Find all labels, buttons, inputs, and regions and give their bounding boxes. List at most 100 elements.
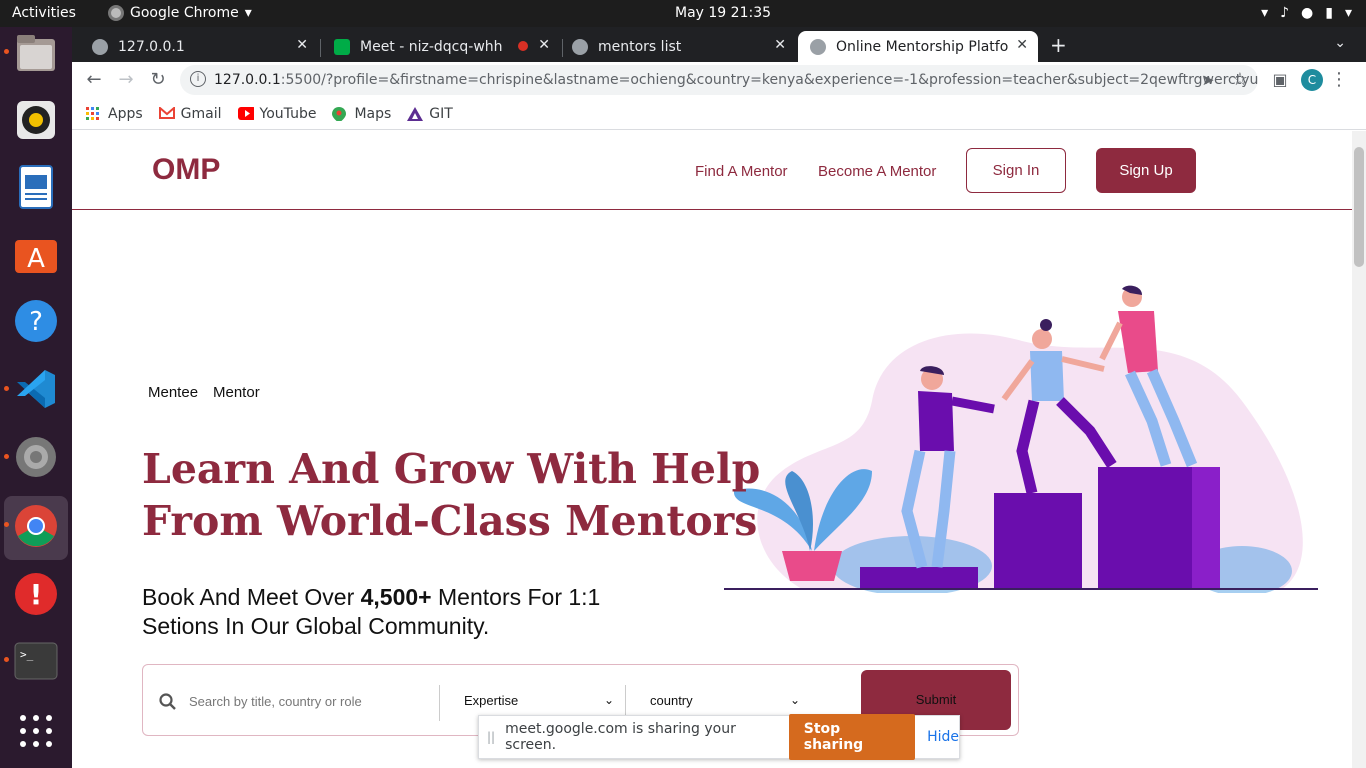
drag-handle-icon[interactable]: || [487,730,495,744]
site-info-icon[interactable]: i [190,71,206,87]
chevron-down-icon: ⌄ [789,693,800,707]
subline-text: Book And Meet Over [142,584,361,610]
chrome-icon [108,5,124,21]
forward-icon[interactable]: → [114,68,138,92]
tab-title: 127.0.0.1 [118,38,185,55]
tab-search-icon[interactable]: ⌄ [1334,35,1346,51]
battery-icon: ▮ [1325,5,1333,21]
close-icon[interactable]: ✕ [1016,37,1028,53]
system-top-bar: Activities Google Chrome ▾ May 19 21:35 … [0,0,1366,27]
site-logo[interactable]: OMP [152,153,220,187]
tab-online-mentorship[interactable]: Online Mentorship Platfo ✕ [798,31,1038,62]
globe-icon [92,38,108,55]
share-message: meet.google.com is sharing your screen. [505,721,736,753]
chevron-down-icon: ▾ [244,5,252,21]
search-input[interactable] [189,687,429,715]
running-indicator [4,522,9,527]
send-icon[interactable]: ➤ [1196,68,1220,92]
hero-subline: Book And Meet Over 4,500+ Mentors For 1:… [142,583,662,641]
bookmark-star-icon[interactable]: ☆ [1228,68,1252,92]
tab-localhost[interactable]: 127.0.0.1 ✕ [80,31,318,62]
activities-button[interactable]: Activities [12,5,76,21]
gmail-icon [158,106,175,119]
new-tab-button[interactable]: + [1050,33,1067,57]
running-indicator [4,386,9,391]
bookmark-youtube[interactable]: YouTube [237,105,317,122]
terminal-icon[interactable]: >_ [12,637,60,685]
hide-button[interactable]: Hide [927,729,959,745]
stop-sharing-button[interactable]: Stop sharing [788,714,916,760]
bookmark-apps[interactable]: Apps [86,106,143,122]
profile-avatar[interactable]: C [1301,69,1323,91]
url-path: :5500/?profile=&firstname=chrispine&last… [280,72,1258,88]
globe-icon [810,38,826,55]
meet-icon [334,38,350,55]
clock[interactable]: May 19 21:35 [675,5,771,21]
tab-title: Online Mentorship Platfo [836,38,1009,55]
mentee-tab[interactable]: Mentee [148,384,198,401]
country-select[interactable]: country ⌄ [650,693,800,715]
back-icon[interactable]: ← [82,68,106,92]
page-scrollbar[interactable] [1352,131,1366,768]
rhythmbox-icon[interactable] [12,96,60,144]
mentor-tab[interactable]: Mentor [213,384,260,401]
find-mentor-link[interactable]: Find A Mentor [695,163,788,180]
bookmark-git[interactable]: GIT [407,106,453,122]
app-menu[interactable]: Google Chrome ▾ [108,5,252,21]
youtube-icon [237,106,254,120]
svg-text:?: ? [29,307,43,337]
tab-title: Meet - niz-dqcq-whh [360,38,503,55]
bookmark-label: YouTube [259,105,317,122]
scrollbar-thumb[interactable] [1354,147,1364,267]
svg-text:!: ! [30,578,43,611]
expertise-value: Expertise [464,693,519,708]
recording-icon [518,41,528,51]
chevron-down-icon: ⌄ [603,693,614,707]
browser-toolbar: ← → ↻ i 127.0.0.1:5500/?profile=&firstna… [72,62,1366,98]
become-mentor-link[interactable]: Become A Mentor [818,163,936,180]
tab-meet[interactable]: Meet - niz-dqcq-whh ✕ [322,31,560,62]
search-icon [159,693,176,710]
system-tray[interactable]: ▾ ♪ ● ▮ ▾ [1261,5,1352,21]
power-menu-icon: ▾ [1344,5,1352,21]
chrome-icon[interactable] [12,502,60,550]
vscode-icon[interactable] [12,365,60,413]
close-icon[interactable]: ✕ [774,37,786,53]
maps-icon [332,106,347,121]
app-grid-icon[interactable] [12,707,60,755]
side-panel-icon[interactable]: ▣ [1268,68,1292,92]
files-icon[interactable] [12,29,60,77]
settings-icon[interactable] [12,433,60,481]
sign-in-button[interactable]: Sign In [966,148,1066,193]
close-icon[interactable]: ✕ [296,37,308,53]
sign-up-button[interactable]: Sign Up [1096,148,1196,193]
bookmark-label: Apps [108,105,143,122]
volume-icon: ♪ [1280,5,1290,21]
globe-icon [572,38,588,55]
software-icon[interactable]: A [12,230,60,278]
bookmark-gmail[interactable]: Gmail [158,105,222,122]
svg-text:A: A [27,244,45,274]
bookmark-label: Gmail [180,105,222,122]
git-icon [407,106,424,121]
tab-mentors-list[interactable]: mentors list ✕ [560,31,796,62]
apps-grid-icon [86,106,99,120]
menu-icon[interactable]: ⋮ [1327,68,1351,92]
bookmark-label: Maps [354,105,392,122]
running-indicator [4,657,9,662]
url-host: 127.0.0.1 [214,72,281,88]
writer-icon[interactable] [12,163,60,211]
close-icon[interactable]: ✕ [538,37,550,53]
updates-icon[interactable]: ! [12,570,60,618]
tab-title: mentors list [598,38,682,55]
expertise-select[interactable]: Expertise ⌄ [464,693,614,715]
address-bar[interactable]: i 127.0.0.1:5500/?profile=&firstname=chr… [180,65,1258,95]
site-navbar: OMP Find A Mentor Become A Mentor Sign I… [72,131,1352,210]
svg-text:>_: >_ [20,648,34,661]
tab-strip: 127.0.0.1 ✕ Meet - niz-dqcq-whh ✕ mentor… [72,27,1366,62]
help-icon[interactable]: ? [12,297,60,345]
reload-icon[interactable]: ↻ [146,68,170,92]
country-value: country [650,693,693,708]
bookmark-maps[interactable]: Maps [332,106,391,122]
mentor-count: 4,500+ [360,584,432,610]
